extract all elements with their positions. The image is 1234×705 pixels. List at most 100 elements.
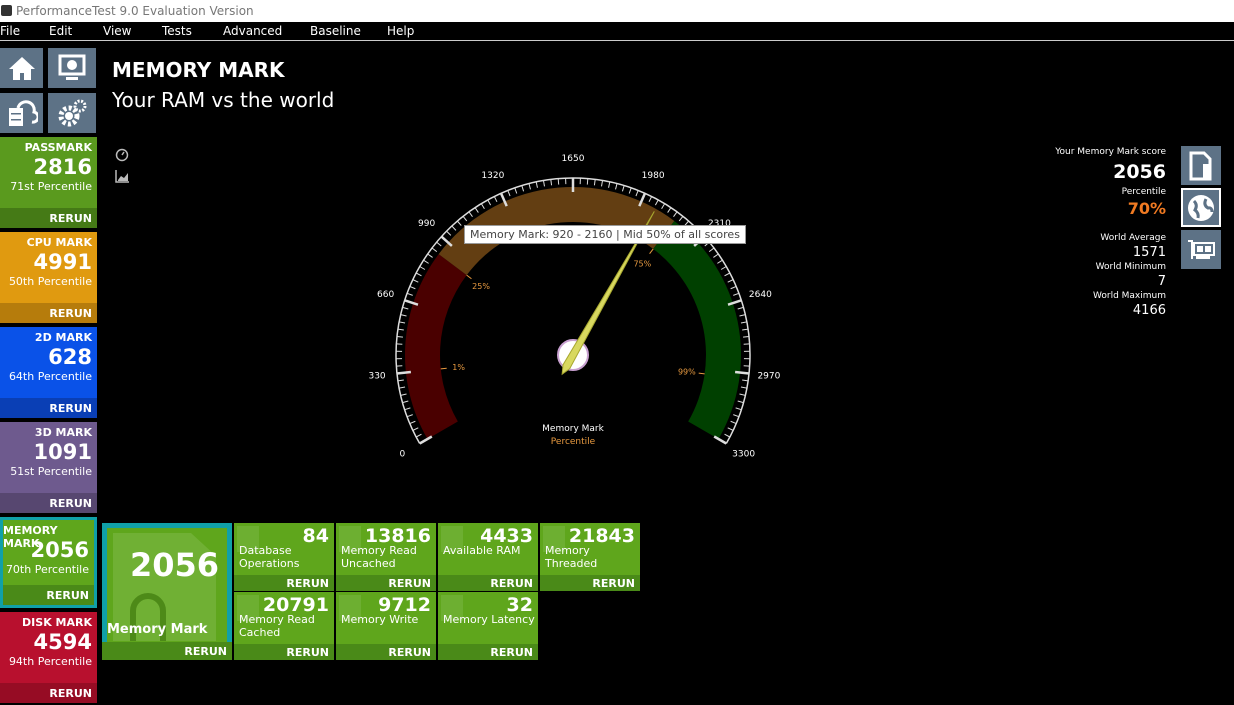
report-button[interactable] xyxy=(1181,146,1221,185)
gauge-tooltip: Memory Mark: 920 - 2160 | Mid 50% of all… xyxy=(464,225,746,244)
minor-tick xyxy=(654,199,659,206)
world-maximum-value: 4166 xyxy=(1132,303,1166,318)
rerun-button[interactable]: RERUN xyxy=(234,575,334,591)
minor-tick xyxy=(661,203,666,209)
minor-tick xyxy=(740,321,747,324)
minor-tick xyxy=(743,336,750,338)
score-label: Your Memory Mark score xyxy=(1055,147,1166,157)
percentile-label: 99% xyxy=(678,367,696,376)
hardware-card-icon xyxy=(1188,239,1215,259)
minor-tick xyxy=(648,196,653,203)
hardware-button[interactable] xyxy=(1181,230,1221,269)
report-icon xyxy=(1189,151,1212,180)
tick-label: 1650 xyxy=(562,154,585,164)
subtest-tile[interactable]: 21843 Memory Threaded RERUN xyxy=(540,523,640,591)
minor-tick xyxy=(402,306,409,310)
world-average-value: 1571 xyxy=(1132,245,1166,260)
minor-tick xyxy=(397,379,404,382)
minor-tick xyxy=(474,207,479,213)
minor-tick xyxy=(436,241,442,247)
minor-tick xyxy=(462,215,468,222)
minor-tick xyxy=(409,285,416,290)
minor-tick xyxy=(550,179,553,186)
main-rerun-button[interactable]: RERUN xyxy=(102,642,232,660)
minor-tick xyxy=(727,279,734,283)
gauge-band xyxy=(405,254,467,439)
percentile-mark xyxy=(698,372,705,375)
subtest-tile[interactable]: 20791 Memory Read Cached RERUN xyxy=(234,592,334,660)
score-value: 2056 xyxy=(1113,161,1166,183)
minor-tick xyxy=(733,292,740,296)
subtest-tile[interactable]: 4433 Available RAM RERUN xyxy=(438,523,538,591)
minor-tick xyxy=(717,259,723,264)
subtest-label: Database Operations xyxy=(239,544,300,570)
minor-tick xyxy=(557,178,560,185)
percentile-label: Percentile xyxy=(1121,187,1166,197)
minor-tick xyxy=(739,393,746,396)
minor-tick xyxy=(419,266,426,270)
tick-label: 2970 xyxy=(757,372,780,382)
rerun-button[interactable]: RERUN xyxy=(336,575,436,591)
memory-mark-main-tile[interactable]: 2056 Memory Mark xyxy=(102,523,232,660)
minor-tick xyxy=(399,321,406,324)
world-maximum-label: World Maximum xyxy=(1093,291,1166,301)
minor-tick xyxy=(528,183,531,190)
minor-tick xyxy=(733,414,740,418)
subtest-label: Memory Latency xyxy=(443,613,535,626)
minor-tick xyxy=(480,203,485,209)
minor-tick xyxy=(673,211,678,217)
minor-tick xyxy=(396,336,403,338)
minor-tick xyxy=(727,427,734,431)
main-score: 2056 xyxy=(129,546,219,584)
subtest-tile[interactable]: 32 Memory Latency RERUN xyxy=(438,592,538,660)
rerun-button[interactable]: RERUN xyxy=(540,575,640,591)
percentile-label: 25% xyxy=(472,282,490,291)
tick-label: 3300 xyxy=(732,450,755,460)
minor-tick xyxy=(415,433,422,438)
subtest-tile[interactable]: 13816 Memory Read Uncached RERUN xyxy=(336,523,436,591)
minor-tick xyxy=(397,328,404,331)
minor-tick xyxy=(412,427,419,431)
minor-tick xyxy=(451,225,457,231)
minor-tick xyxy=(456,220,462,226)
minor-tick xyxy=(601,180,604,187)
minor-tick xyxy=(400,314,407,317)
minor-tick xyxy=(724,433,731,438)
tick-label: 0 xyxy=(400,450,406,460)
tick-label: 1320 xyxy=(481,171,504,181)
minor-tick xyxy=(406,292,413,296)
world-button[interactable] xyxy=(1181,188,1221,227)
major-tick xyxy=(713,435,727,445)
minor-tick xyxy=(667,207,672,213)
subtest-tile[interactable]: 9712 Memory Write RERUN xyxy=(336,592,436,660)
rerun-button[interactable]: RERUN xyxy=(438,644,538,660)
percentile-mark xyxy=(440,367,447,370)
minor-tick xyxy=(406,414,413,418)
major-tick xyxy=(396,370,412,375)
minor-tick xyxy=(535,181,538,188)
minor-tick xyxy=(412,279,419,283)
minor-tick xyxy=(409,420,416,425)
gauge-caption-percentile: Percentile xyxy=(551,437,596,447)
minor-tick xyxy=(737,400,744,404)
rerun-button[interactable]: RERUN xyxy=(438,575,538,591)
world-minimum-label: World Minimum xyxy=(1095,262,1166,272)
minor-tick xyxy=(713,253,719,258)
minor-tick xyxy=(742,379,749,382)
subtest-label: Memory Read Uncached xyxy=(341,544,417,570)
gauge-band xyxy=(653,220,741,439)
minor-tick xyxy=(514,187,518,194)
rerun-button[interactable]: RERUN xyxy=(336,644,436,660)
tick-label: 2640 xyxy=(749,290,772,300)
minor-tick xyxy=(404,407,411,411)
world-average-label: World Average xyxy=(1100,233,1166,243)
rerun-button[interactable]: RERUN xyxy=(234,644,334,660)
minor-tick xyxy=(586,178,589,185)
major-tick xyxy=(419,435,433,445)
percentile-label: 75% xyxy=(633,259,651,268)
gauge-caption: Memory Mark xyxy=(542,424,604,434)
minor-tick xyxy=(608,181,611,188)
minor-tick xyxy=(399,386,406,389)
minor-tick xyxy=(737,306,744,310)
subtest-tile[interactable]: 84 Database Operations RERUN xyxy=(234,523,334,591)
